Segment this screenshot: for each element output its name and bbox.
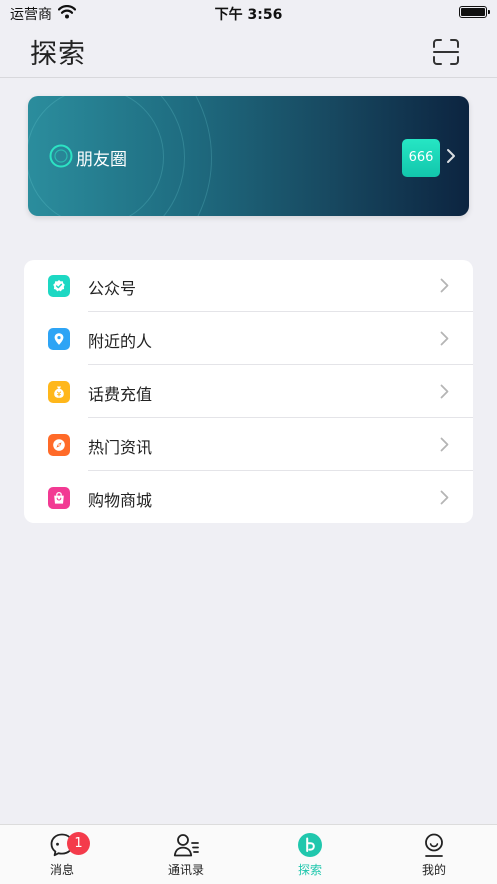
tab-label: 消息 <box>49 863 74 877</box>
moments-icon <box>49 144 73 168</box>
explore-icon <box>298 833 322 857</box>
divider <box>88 470 473 471</box>
contacts-icon <box>173 834 199 857</box>
chevron-right-icon <box>440 331 449 346</box>
menu-item-official-accounts[interactable]: 公众号 <box>24 260 473 312</box>
tab-label: 我的 <box>421 863 446 877</box>
money-bag-icon <box>48 381 70 403</box>
moments-banner[interactable]: 朋友圈 666 <box>28 96 469 216</box>
unread-badge: 1 <box>67 832 90 855</box>
shopping-bag-icon <box>48 487 70 509</box>
page-title: 探索 <box>30 39 86 70</box>
tab-label: 通讯录 <box>167 863 204 877</box>
tab-contacts[interactable]: 通讯录 <box>124 825 248 884</box>
chevron-right-icon <box>440 437 449 452</box>
chevron-right-icon <box>447 149 455 163</box>
header: 探索 <box>0 26 497 78</box>
location-pin-icon <box>48 328 70 350</box>
tab-explore[interactable]: 探索 <box>248 825 372 884</box>
verified-badge-icon <box>48 275 70 297</box>
status-bar: 运营商 下午 3:56 <box>0 0 497 26</box>
moments-label: 朋友圈 <box>76 150 127 170</box>
menu-item-label: 热门资讯 <box>88 438 153 457</box>
menu-item-label: 公众号 <box>88 279 137 298</box>
tab-label: 探索 <box>297 863 322 877</box>
menu-item-shopping-mall[interactable]: 购物商城 <box>24 472 473 524</box>
status-time: 下午 3:56 <box>214 7 283 23</box>
scan-icon[interactable] <box>432 38 460 66</box>
menu-item-label: 购物商城 <box>88 491 153 510</box>
explore-menu: 公众号 附近的人 话费充值 热门资讯 购物商城 <box>24 260 473 523</box>
profile-icon <box>425 833 443 857</box>
divider <box>88 311 473 312</box>
menu-item-people-nearby[interactable]: 附近的人 <box>24 313 473 365</box>
menu-item-hot-news[interactable]: 热门资讯 <box>24 419 473 471</box>
compass-icon <box>48 434 70 456</box>
moments-count-badge: 666 <box>402 139 440 177</box>
tab-messages[interactable]: 1 消息 <box>0 825 124 884</box>
chevron-right-icon <box>440 490 449 505</box>
menu-item-label: 话费充值 <box>88 385 153 404</box>
divider <box>88 364 473 365</box>
tab-me[interactable]: 我的 <box>372 825 496 884</box>
chevron-right-icon <box>440 278 449 293</box>
menu-item-label: 附近的人 <box>88 332 153 351</box>
chevron-right-icon <box>440 384 449 399</box>
battery-icon <box>459 6 490 18</box>
tab-bar: 1 消息 通讯录 探索 我的 <box>0 824 497 884</box>
divider <box>88 417 473 418</box>
menu-item-phone-recharge[interactable]: 话费充值 <box>24 366 473 418</box>
